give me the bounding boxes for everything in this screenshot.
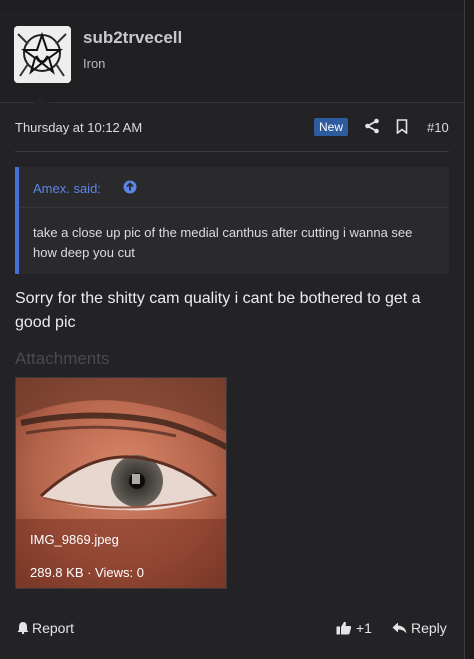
post-body: Sorry for the shitty cam quality i cant … — [15, 290, 421, 331]
attachment-meta: 289.8 KB · Views: 0 — [30, 565, 144, 580]
arrow-up-circle-icon[interactable] — [123, 180, 137, 194]
like-count: +1 — [356, 620, 372, 636]
avatar[interactable] — [14, 26, 71, 83]
reply-label: Reply — [411, 620, 447, 636]
like-button[interactable]: +1 — [336, 620, 372, 636]
quote-text: take a close up pic of the medial canthu… — [33, 225, 413, 260]
post-footer: Report +1 Reply — [0, 610, 464, 646]
quote-separator — [19, 207, 449, 208]
username[interactable]: sub2trvecell — [83, 28, 182, 48]
warning-icon — [17, 621, 29, 635]
post-date[interactable]: Thursday at 10:12 AM — [15, 120, 142, 135]
reply-button[interactable]: Reply — [392, 620, 447, 636]
quote-attribution[interactable]: Amex. said: — [33, 181, 101, 196]
post-number-link[interactable]: #10 — [427, 120, 449, 135]
user-title: Iron — [83, 56, 106, 71]
thumbs-up-icon — [336, 621, 352, 635]
meta-divider — [15, 151, 449, 152]
post-meta-row: Thursday at 10:12 AM New #10 — [0, 112, 464, 142]
author-pointer — [33, 96, 51, 104]
share-icon[interactable] — [364, 118, 380, 134]
report-button[interactable]: Report — [17, 620, 74, 636]
attachments-title: Attachments — [15, 349, 110, 368]
new-badge: New — [314, 118, 349, 136]
bookmark-icon[interactable] — [396, 119, 408, 135]
attachment-thumbnail[interactable]: IMG_9869.jpeg 289.8 KB · Views: 0 — [15, 377, 227, 589]
attachment-filename[interactable]: IMG_9869.jpeg — [30, 532, 119, 547]
quote-block: Amex. said: take a close up pic of the m… — [15, 167, 449, 274]
reply-arrow-icon — [392, 621, 407, 634]
post-container: sub2trvecell Iron Thursday at 10:12 AM N… — [0, 0, 465, 659]
author-block: sub2trvecell Iron — [0, 10, 464, 103]
report-label: Report — [32, 620, 75, 636]
